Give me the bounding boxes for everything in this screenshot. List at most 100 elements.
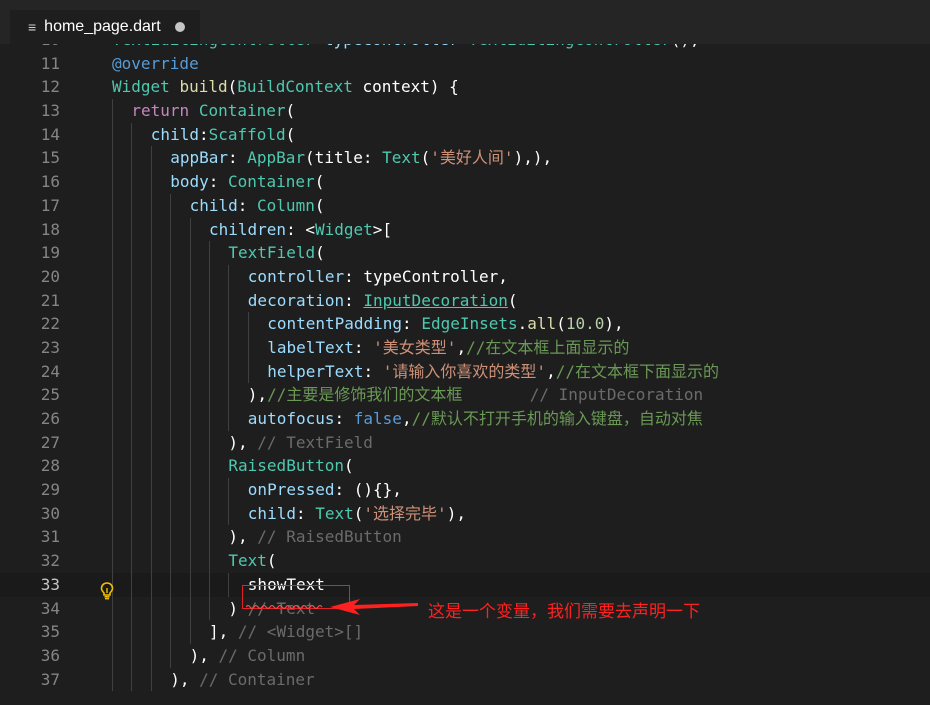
unsaved-dot-icon[interactable]	[174, 22, 185, 32]
tab-filename: home_page.dart	[44, 18, 161, 35]
indent-guide	[170, 643, 172, 668]
indent-guide	[189, 383, 191, 407]
code-token: '美好人间'	[430, 148, 514, 168]
code-text: children: <Widget>[	[209, 218, 392, 242]
indent-guide	[209, 501, 210, 526]
code-line[interactable]: 29 onPressed: (){},	[0, 478, 930, 502]
code-token: ),	[189, 645, 219, 665]
code-token: :	[402, 314, 422, 334]
code-token: appBar	[170, 148, 228, 168]
code-line[interactable]: 12 Widget build(BuildContext context) {	[0, 75, 930, 99]
code-line[interactable]: 17 child: Column(	[0, 193, 930, 218]
indent-guide	[209, 572, 210, 597]
code-line[interactable]: 32 Text(	[0, 549, 930, 573]
code-token: : <	[286, 219, 315, 239]
indent-guide	[209, 241, 210, 265]
code-line[interactable]: 31), // RaisedButton	[0, 525, 930, 550]
code-line[interactable]: 21 decoration: InputDecoration(	[0, 288, 930, 313]
code-line[interactable]: 30 child: Text('选择完毕'),	[0, 501, 930, 526]
code-line[interactable]: 36), // Column	[0, 643, 930, 668]
code-token: InputDecoration	[363, 290, 508, 310]
code-token: :	[353, 337, 374, 357]
code-token: // InputDecoration	[462, 385, 704, 405]
indent-guide	[228, 264, 230, 289]
code-token: RaisedButton	[228, 456, 344, 476]
code-line[interactable]: 16 body: Container(	[0, 170, 930, 194]
code-line[interactable]: 14 child:Scaffold(	[0, 122, 930, 147]
code-token: autofocus	[247, 409, 335, 428]
code-text: Text(	[228, 549, 276, 573]
code-line[interactable]: 18 children: <Widget>[	[0, 217, 930, 242]
code-line[interactable]: 11 @override	[0, 52, 930, 76]
code-token: Text	[228, 551, 267, 571]
indent-guide	[189, 217, 191, 242]
code-line[interactable]: 19 TextField(	[0, 241, 930, 265]
code-line[interactable]: 24 helperText: '请输入你喜欢的类型',//在文本框下面显示的	[0, 359, 930, 384]
code-token: ],	[209, 622, 238, 642]
tab-home-page-dart[interactable]: ≡ home_page.dart	[10, 10, 200, 44]
indent-guide	[170, 193, 172, 218]
indent-guide	[170, 549, 172, 573]
line-number: 28	[40, 456, 60, 476]
code-line[interactable]: 22 contentPadding: EdgeInsets.all(10.0),	[0, 312, 930, 336]
code-token: (title:	[305, 148, 383, 168]
code-token: ,	[401, 409, 412, 428]
indent-guide	[247, 312, 249, 336]
indent-guide	[150, 312, 152, 336]
code-text: helperText: '请输入你喜欢的类型',//在文本框下面显示的	[267, 360, 719, 384]
indent-guide	[131, 549, 133, 573]
indent-guide	[209, 478, 210, 502]
indent-guide	[170, 478, 172, 502]
code-line[interactable]: 37 ), // Container	[0, 667, 930, 692]
code-token: child	[150, 124, 199, 144]
code-line[interactable]: 23 labelText: '美女类型',//在文本框上面显示的	[0, 335, 930, 360]
code-line[interactable]: 10TextEditingController typeController=T…	[0, 44, 930, 52]
code-token: :	[237, 195, 258, 215]
indent-guide	[170, 383, 172, 407]
code-line[interactable]: 27), // TextField	[0, 430, 930, 455]
indent-guide	[247, 335, 249, 360]
code-token: BuildContext	[237, 77, 353, 97]
lightbulb-icon[interactable]	[100, 582, 114, 600]
code-line[interactable]: 28 RaisedButton(	[0, 454, 930, 479]
indent-guide	[131, 312, 133, 336]
code-token: typeController	[314, 44, 459, 49]
indent-guide	[189, 407, 191, 431]
code-line[interactable]: 20 controller: typeController,	[0, 264, 930, 289]
code-line[interactable]: 15 appBar: AppBar(title: Text('美好人间'),),	[0, 146, 930, 171]
line-number: 35	[40, 622, 60, 642]
code-token: TextEditingController	[468, 44, 670, 49]
indent-guide	[189, 430, 191, 455]
line-number: 27	[40, 432, 60, 452]
code-text: ), // Container	[170, 668, 315, 692]
code-text: child: Column(	[190, 194, 325, 218]
indent-guide	[112, 596, 113, 621]
code-line[interactable]: 25),//主要是修饰我们的文本框 // InputDecoration	[0, 383, 930, 407]
indent-guide	[170, 620, 172, 644]
indent-guide	[189, 454, 191, 479]
indent-guide	[112, 335, 113, 360]
code-text: ),//主要是修饰我们的文本框 // InputDecoration	[248, 383, 703, 407]
code-text: contentPadding: EdgeInsets.all(10.0),	[267, 312, 623, 336]
indent-guide	[170, 454, 172, 479]
code-line[interactable]: 35], // <Widget>[]	[0, 620, 930, 644]
indent-guide	[131, 217, 133, 242]
code-token: AppBar	[247, 148, 306, 168]
code-token: false	[353, 409, 402, 428]
indent-guide	[189, 359, 191, 384]
indent-guide	[112, 170, 113, 194]
code-line[interactable]: 13 return Container(	[0, 99, 930, 123]
code-token: (	[315, 243, 325, 263]
line-number: 37	[40, 669, 60, 689]
file-lines-icon: ≡	[28, 19, 37, 35]
line-number: 19	[40, 243, 60, 263]
code-token: Widget	[314, 219, 373, 239]
code-line[interactable]: 33 showText	[0, 572, 930, 597]
indent-guide	[150, 359, 152, 384]
code-line[interactable]: 26 autofocus: false,//默认不打开手机的输入键盘，自动对焦	[0, 407, 930, 431]
indent-guide	[131, 383, 133, 407]
indent-guide	[150, 170, 152, 194]
indent-guide	[150, 667, 152, 692]
indent-guide	[170, 288, 172, 313]
indent-guide	[189, 478, 191, 502]
